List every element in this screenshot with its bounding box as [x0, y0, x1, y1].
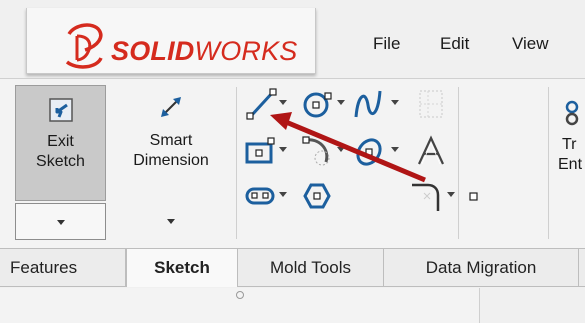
trim-entities-label-2: Ent	[558, 156, 583, 173]
arc-icon	[302, 136, 330, 166]
pane-splitter-handle[interactable]	[236, 291, 244, 299]
ellipse-dropdown-icon[interactable]	[391, 147, 399, 152]
circle-icon	[303, 92, 332, 118]
command-manager-tabs: Features Sketch Mold Tools Data Migratio…	[0, 248, 585, 287]
construction-grid-icon	[419, 90, 443, 118]
exit-sketch-dropdown[interactable]	[15, 203, 106, 240]
polygon-icon	[303, 183, 331, 209]
exit-sketch-label-2: Sketch	[36, 153, 85, 170]
smart-dimension-dropdown[interactable]	[112, 203, 230, 240]
slot-dropdown-icon[interactable]	[279, 192, 287, 197]
menu-edit[interactable]: Edit	[440, 34, 469, 54]
feature-manager-area	[0, 288, 585, 323]
smart-dimension-button[interactable]: Smart Dimension	[112, 85, 230, 201]
text-tool[interactable]	[414, 134, 448, 168]
ribbon-separator	[548, 87, 549, 239]
title-bar: SOLIDWORKS File Edit View	[0, 0, 585, 78]
feature-manager-pane	[0, 288, 480, 323]
spline-dropdown-icon[interactable]	[391, 100, 399, 105]
ds-logo-icon	[65, 23, 103, 69]
grid-tool[interactable]	[414, 87, 448, 121]
slot-tool[interactable]	[244, 179, 278, 213]
ribbon-separator	[458, 87, 459, 239]
ellipse-tool[interactable]	[352, 134, 386, 168]
slot-icon	[245, 187, 275, 205]
arc-tool[interactable]	[300, 134, 334, 168]
smart-dimension-icon	[161, 97, 181, 117]
circle-tool[interactable]	[300, 87, 334, 121]
tab-sketch[interactable]: Sketch	[126, 249, 238, 287]
spline-icon	[354, 90, 382, 118]
point-tool[interactable]	[464, 179, 484, 213]
rectangle-dropdown-icon[interactable]	[279, 147, 287, 152]
command-manager-ribbon: Exit Sketch Smart Dimension Tr Ent	[0, 78, 585, 248]
fillet-dropdown-icon[interactable]	[447, 192, 455, 197]
exit-sketch-button[interactable]: Exit Sketch	[15, 85, 106, 201]
tab-data-migration[interactable]: Data Migration	[384, 249, 579, 287]
circle-dropdown-icon[interactable]	[337, 100, 345, 105]
arc-dropdown-icon[interactable]	[337, 147, 345, 152]
rectangle-tool[interactable]	[244, 134, 278, 168]
rectangle-icon	[245, 137, 275, 164]
smart-dimension-label-2: Dimension	[133, 152, 209, 169]
ribbon-separator	[236, 87, 237, 239]
trim-entities-icon	[565, 100, 579, 126]
line-tool[interactable]	[244, 87, 278, 121]
fillet-icon	[412, 183, 440, 211]
logo-solid: SOLID	[111, 36, 195, 66]
text-icon	[418, 135, 444, 165]
trim-entities-button[interactable]: Tr Ent	[556, 85, 585, 201]
polygon-tool[interactable]	[300, 179, 334, 213]
exit-sketch-label-1: Exit	[47, 133, 74, 150]
exit-sketch-icon	[49, 98, 73, 122]
chevron-down-icon	[57, 220, 65, 225]
logo-wordmark: SOLIDWORKS	[111, 36, 298, 67]
fillet-tool[interactable]	[410, 179, 444, 213]
solidworks-logo-area[interactable]: SOLIDWORKS	[26, 8, 316, 74]
ellipse-icon	[356, 138, 382, 166]
menu-view[interactable]: View	[512, 34, 549, 54]
tab-features[interactable]: Features	[0, 249, 126, 287]
chevron-down-icon	[167, 219, 175, 224]
spline-tool[interactable]	[352, 87, 386, 121]
smart-dimension-label-1: Smart	[149, 132, 193, 149]
line-icon	[246, 88, 277, 120]
line-dropdown-icon[interactable]	[279, 100, 287, 105]
point-icon	[469, 192, 478, 201]
logo-works: WORKS	[194, 36, 298, 66]
tab-mold-tools[interactable]: Mold Tools	[238, 249, 384, 287]
trim-entities-label-1: Tr	[562, 136, 577, 153]
menu-file[interactable]: File	[373, 34, 400, 54]
